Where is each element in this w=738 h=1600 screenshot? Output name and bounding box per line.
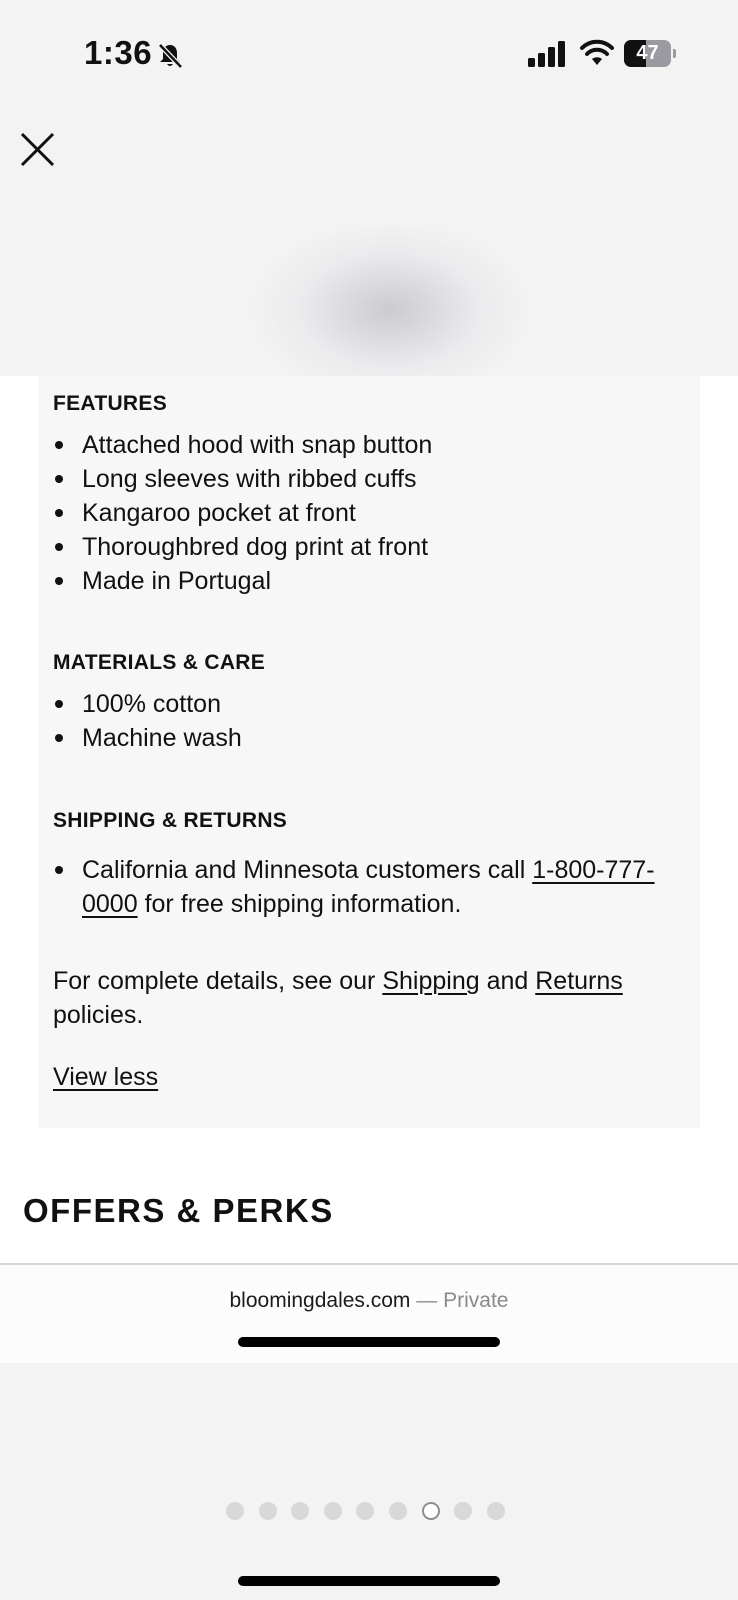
page-dot[interactable] (258, 1502, 277, 1520)
list-item: 100% cotton (53, 687, 673, 721)
offers-perks-heading: OFFERS & PERKS (23, 1192, 334, 1229)
view-less-link[interactable]: View less (53, 1060, 158, 1094)
features-list: Attached hood with snap button Long slee… (53, 428, 673, 598)
product-image-blur (250, 220, 530, 400)
shipping-list: California and Minnesota customers call … (53, 853, 673, 921)
page-dot[interactable] (226, 1502, 244, 1520)
wifi-icon (580, 39, 614, 65)
policy-paragraph: For complete details, see our Shipping a… (53, 967, 623, 1029)
url-domain: bloomingdales.com (229, 1289, 411, 1312)
list-item: Made in Portugal (53, 564, 673, 598)
page-dot[interactable] (356, 1502, 375, 1520)
page-dot[interactable] (454, 1502, 473, 1520)
battery-indicator: 47 (624, 40, 676, 68)
close-icon[interactable] (16, 128, 60, 172)
list-item: Long sleeves with ribbed cuffs (53, 462, 673, 496)
list-item: Thoroughbred dog print at front (53, 530, 673, 564)
page-dot[interactable] (291, 1502, 310, 1520)
features-heading: FEATURES (53, 392, 168, 415)
list-item: California and Minnesota customers call … (53, 853, 673, 921)
list-item: Kangaroo pocket at front (53, 496, 673, 530)
silent-mode-bell-icon (158, 43, 183, 69)
page-dot[interactable] (389, 1502, 407, 1520)
home-indicator[interactable] (238, 1576, 500, 1586)
materials-list: 100% cotton Machine wash (53, 687, 673, 755)
page-dot[interactable] (323, 1502, 342, 1520)
page-dot[interactable] (421, 1502, 440, 1520)
browser-url-bar[interactable]: bloomingdales.com — Private (0, 1263, 738, 1363)
private-label: — Private (416, 1289, 509, 1312)
status-bar: 1:36 47 (0, 0, 738, 110)
returns-policy-link[interactable]: Returns (535, 967, 623, 995)
shipping-policy-link[interactable]: Shipping (382, 967, 479, 995)
product-details-panel: FEATURES Attached hood with snap button … (38, 376, 700, 1128)
materials-heading: MATERIALS & CARE (53, 651, 266, 674)
product-details-sheet: FEATURES Attached hood with snap button … (0, 376, 738, 1360)
battery-percent: 47 (636, 42, 659, 64)
url-bar-handle (238, 1337, 500, 1347)
list-item: Attached hood with snap button (53, 428, 673, 462)
status-time: 1:36 (84, 34, 153, 71)
list-item: Machine wash (53, 721, 673, 755)
shipping-heading: SHIPPING & RETURNS (53, 809, 288, 832)
cellular-signal-icon (528, 41, 565, 67)
page-dot[interactable] (486, 1502, 505, 1520)
